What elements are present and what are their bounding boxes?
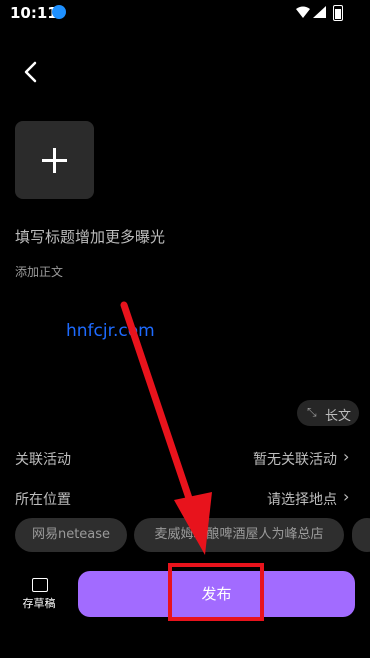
inbox-icon [32, 578, 48, 592]
title-input[interactable]: 填写标题增加更多曝光 [15, 226, 165, 247]
chevron-right-icon: › [343, 487, 350, 506]
watermark-text: hnfcjr.com [66, 321, 155, 341]
activity-label: 关联活动 [15, 452, 71, 468]
download-icon [52, 5, 66, 19]
battery-icon [333, 5, 343, 21]
highlight-box [168, 563, 264, 621]
back-button[interactable] [14, 56, 46, 88]
red-arrow-annotation [120, 301, 212, 555]
long-text-button[interactable]: ⤡ 长文 [297, 400, 359, 426]
status-bar: 10:11 [0, 0, 370, 26]
activity-row[interactable]: 暂无关联活动 [253, 449, 337, 469]
long-text-label: 长文 [325, 409, 352, 424]
location-row[interactable]: 请选择地点 [267, 489, 337, 509]
save-draft-label: 存草稿 [22, 597, 56, 610]
location-chip-partial[interactable] [352, 518, 370, 552]
location-label: 所在位置 [15, 492, 71, 508]
body-input[interactable]: 添加正文 [15, 263, 63, 280]
wifi-icon [296, 6, 310, 18]
add-image-button[interactable] [15, 121, 94, 199]
location-chip[interactable]: 麦威姆精酿啤酒屋人为峰总店 [134, 518, 344, 552]
status-time: 10:11 [10, 4, 58, 22]
chevron-left-icon [24, 61, 37, 83]
expand-icon: ⤡ [307, 405, 317, 419]
chevron-right-icon: › [343, 447, 350, 466]
location-chip[interactable]: 网易netease [15, 518, 127, 552]
save-draft-button[interactable]: 存草稿 [16, 578, 62, 614]
signal-icon [313, 6, 326, 18]
